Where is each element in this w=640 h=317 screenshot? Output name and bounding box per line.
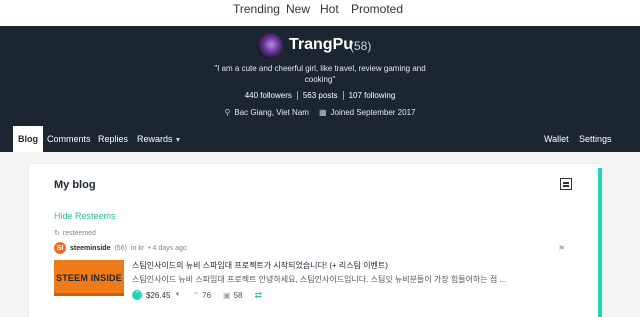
tab-settings[interactable]: Settings (579, 126, 612, 152)
post-meta: SI steeminside (56) in kr • 4 days ago (54, 242, 187, 254)
posts-count: 563 posts (298, 91, 344, 100)
post-category[interactable]: in kr (131, 245, 144, 252)
profile-tab-bar: Blog Comments Replies Rewards ▼ Wallet Se… (0, 126, 640, 152)
post-comments[interactable]: 58 (234, 291, 243, 300)
post-time[interactable]: • 4 days ago (148, 245, 187, 252)
profile-stats: 440 followers 563 posts 107 following (0, 91, 640, 100)
post-footer: ⌃ $26.45 ▼ ⌃ 76 ▣ 58 ⇄ (132, 289, 262, 301)
post-title[interactable]: 스팀인사이드의 뉴비 스파임대 프로젝트가 시작되었습니다! (+ 리스팀 이벤… (132, 260, 388, 271)
chevron-down-icon: ▼ (174, 137, 182, 144)
map-pin-icon: ⚲ (224, 108, 231, 117)
profile-name: TrangPu (289, 36, 354, 53)
layout-toggle-icon[interactable] (560, 178, 572, 190)
following-count[interactable]: 107 following (344, 91, 401, 100)
nav-trending[interactable]: Trending (233, 2, 280, 16)
tab-blog[interactable]: Blog (13, 126, 43, 152)
tab-wallet[interactable]: Wallet (544, 126, 569, 152)
nav-promoted[interactable]: Promoted (351, 2, 403, 16)
resteemed-label: ↻ resteemed (54, 229, 96, 238)
thumbnail-text: STEEM INSIDE (56, 273, 122, 283)
calendar-icon: ▦ (318, 108, 327, 117)
tab-rewards-label: Rewards (137, 134, 173, 144)
chevron-down-icon[interactable]: ▼ (174, 292, 180, 298)
resteemed-text: resteemed (62, 229, 96, 237)
blog-title: My blog (54, 179, 96, 191)
post-thumbnail[interactable]: STEEM INSIDE (54, 260, 124, 296)
comments-icon: ▣ (223, 290, 231, 300)
tab-comments[interactable]: Comments (47, 126, 91, 152)
post-votes[interactable]: 76 (202, 291, 211, 300)
nav-hot[interactable]: Hot (320, 2, 339, 16)
resteem-icon[interactable]: ⇄ (255, 290, 263, 301)
tab-rewards[interactable]: Rewards ▼ (137, 126, 181, 152)
join-date-text: Joined September 2017 (330, 108, 416, 117)
author-avatar[interactable]: SI (54, 242, 66, 254)
upvote-icon[interactable]: ⌃ (132, 290, 142, 300)
tab-replies[interactable]: Replies (98, 126, 128, 152)
join-date: ▦ Joined September 2017 (319, 108, 416, 117)
nav-new[interactable]: New (286, 2, 310, 16)
resteem-small-icon: ↻ (54, 230, 60, 237)
location-text: Bac Giang, Viet Nam (234, 108, 309, 117)
profile-bio: "I am a cute and cheerful girl, like tra… (214, 64, 426, 84)
author-name[interactable]: steeminside (70, 245, 110, 252)
profile-header: TrangPu (58) "I am a cute and cheerful g… (0, 26, 640, 126)
profile-avatar (257, 33, 283, 59)
author-reputation: (56) (114, 244, 127, 252)
location: ⚲ Bac Giang, Viet Nam (225, 108, 309, 117)
votes-icon: ⌃ (192, 290, 200, 300)
followers-count[interactable]: 440 followers (240, 91, 298, 100)
hide-resteems-link[interactable]: Hide Resteems (54, 211, 116, 221)
profile-reputation: (58) (350, 39, 372, 53)
post-payout[interactable]: $26.45 (146, 291, 170, 300)
profile-meta: ⚲ Bac Giang, Viet Nam ▦ Joined September… (0, 108, 640, 117)
panel-accent-bar (598, 168, 602, 317)
top-nav: Trending New Hot Promoted (0, 0, 640, 26)
flag-icon[interactable]: ⚑ (558, 244, 565, 253)
post-summary[interactable]: 스팀인사이드 뉴비 스파임대 프로젝트 안녕하세요, 스팀인사이드입니다. 스팀… (132, 274, 572, 285)
